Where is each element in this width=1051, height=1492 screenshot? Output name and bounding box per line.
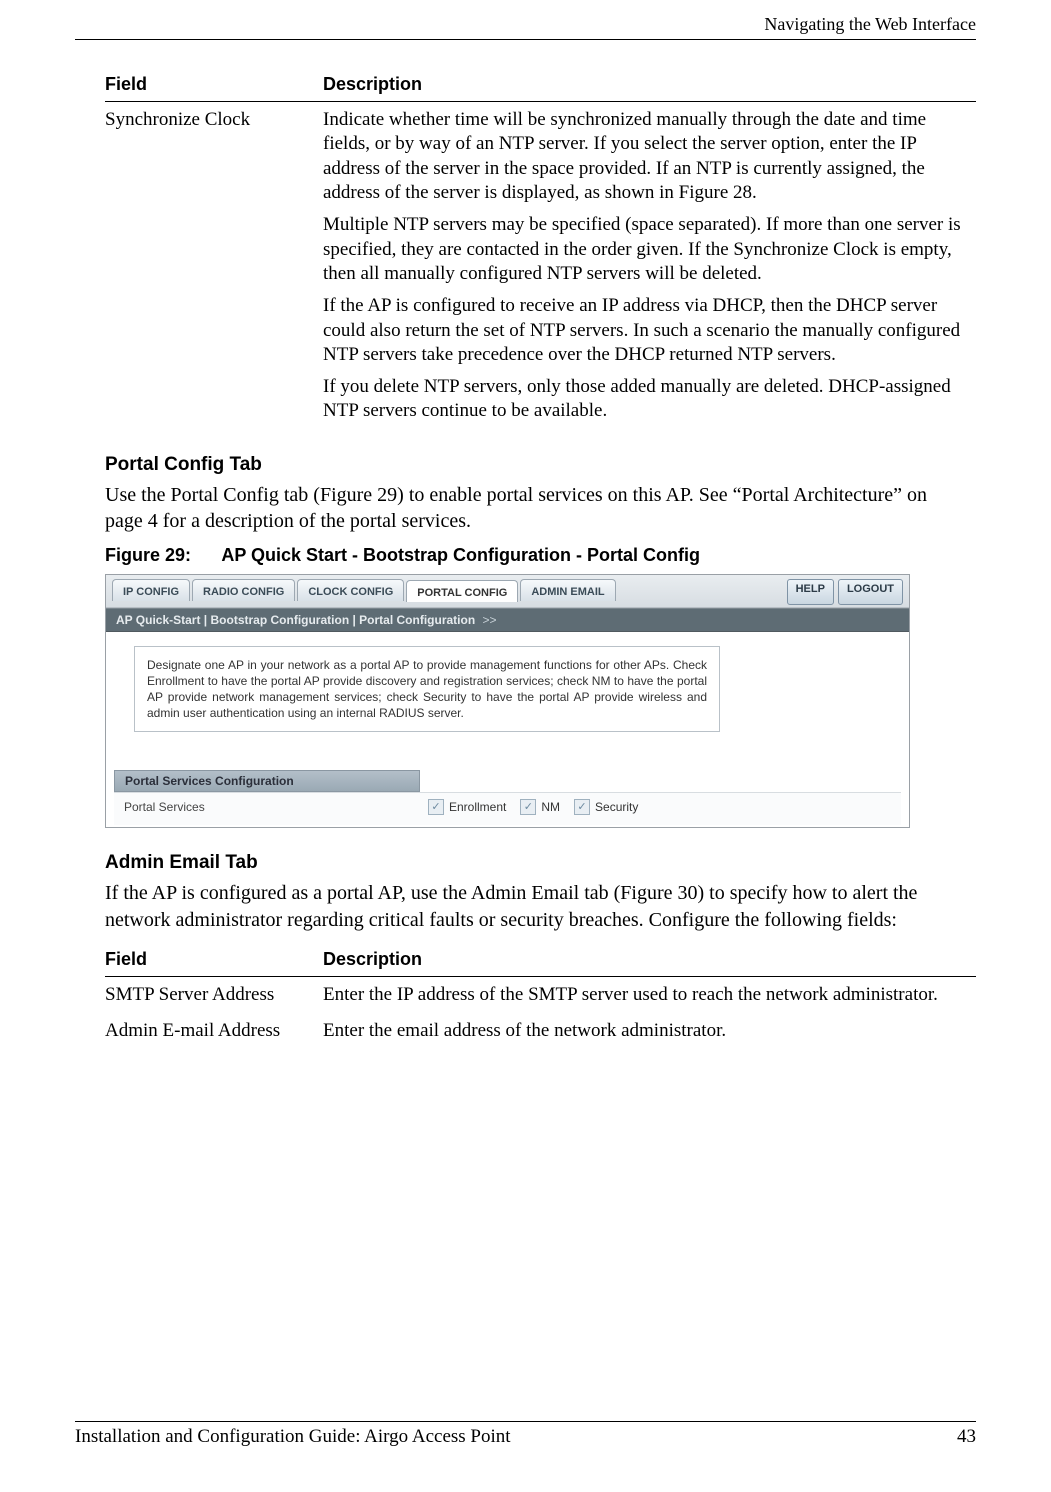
portal-services-label: Portal Services [124,800,414,814]
figure-caption: Figure 29: AP Quick Start - Bootstrap Co… [105,545,976,566]
footer-title: Installation and Configuration Guide: Ai… [75,1426,511,1448]
desc-para: Indicate whether time will be synchroniz… [323,108,968,205]
checkbox-label: Enrollment [449,800,506,814]
tab-radio-config[interactable]: RADIO CONFIG [192,579,295,601]
logout-button[interactable]: LOGOUT [838,579,903,605]
heading-admin-email: Admin Email Tab [105,852,976,874]
desc-para: Multiple NTP servers may be specified (s… [323,213,968,286]
field-name: Synchronize Clock [105,102,323,430]
breadcrumb: AP Quick-Start | Bootstrap Configuration… [106,608,909,632]
table-row: Synchronize Clock Indicate whether time … [105,102,976,430]
breadcrumb-text: AP Quick-Start | Bootstrap Configuration… [116,613,475,627]
table-row: SMTP Server Address Enter the IP address… [105,977,976,1014]
breadcrumb-arrows-icon: >> [483,613,497,627]
body-admin-email: If the AP is configured as a portal AP, … [105,880,976,933]
figure-title: AP Quick Start - Bootstrap Configuration… [221,545,700,565]
header-rule [75,39,976,40]
section-header-portal-services: Portal Services Configuration [114,770,420,792]
checkbox-enrollment[interactable]: ✓ Enrollment [428,799,506,815]
tab-clock-config[interactable]: CLOCK CONFIG [297,579,404,601]
col-desc: Description [323,943,976,977]
field-table-admin-email: Field Description SMTP Server Address En… [105,943,976,1050]
desc-para: If the AP is configured to receive an IP… [323,294,968,367]
field-table-sync-clock: Field Description Synchronize Clock Indi… [105,68,976,430]
tab-admin-email[interactable]: ADMIN EMAIL [520,579,615,601]
tab-ip-config[interactable]: IP CONFIG [112,579,190,601]
table-row: Admin E-mail Address Enter the email add… [105,1013,976,1049]
checkbox-label: NM [541,800,560,814]
portal-services-row: Portal Services ✓ Enrollment ✓ NM ✓ Secu… [114,792,901,825]
field-desc: Indicate whether time will be synchroniz… [323,102,976,430]
col-field: Field [105,943,323,977]
running-header: Navigating the Web Interface [75,0,976,35]
heading-portal-config: Portal Config Tab [105,454,976,476]
footer-rule [75,1421,976,1422]
page-number: 43 [957,1426,976,1448]
body-portal-config: Use the Portal Config tab (Figure 29) to… [105,482,976,535]
field-name: SMTP Server Address [105,977,323,1014]
col-field: Field [105,68,323,102]
field-name: Admin E-mail Address [105,1013,323,1049]
panel-description: Designate one AP in your network as a po… [134,646,720,733]
desc-para: If you delete NTP servers, only those ad… [323,375,968,424]
checkbox-security[interactable]: ✓ Security [574,799,638,815]
col-desc: Description [323,68,976,102]
check-icon: ✓ [520,799,536,815]
field-desc: Enter the IP address of the SMTP server … [323,977,976,1014]
help-button[interactable]: HELP [787,579,834,605]
figure-number: Figure 29: [105,545,217,566]
field-desc: Enter the email address of the network a… [323,1013,976,1049]
figure-screenshot: IP CONFIG RADIO CONFIG CLOCK CONFIG PORT… [105,574,910,829]
checkbox-nm[interactable]: ✓ NM [520,799,560,815]
checkbox-label: Security [595,800,638,814]
panel-body: Designate one AP in your network as a po… [106,632,909,828]
check-icon: ✓ [574,799,590,815]
tab-portal-config[interactable]: PORTAL CONFIG [406,580,518,602]
tab-bar: IP CONFIG RADIO CONFIG CLOCK CONFIG PORT… [106,575,909,608]
check-icon: ✓ [428,799,444,815]
